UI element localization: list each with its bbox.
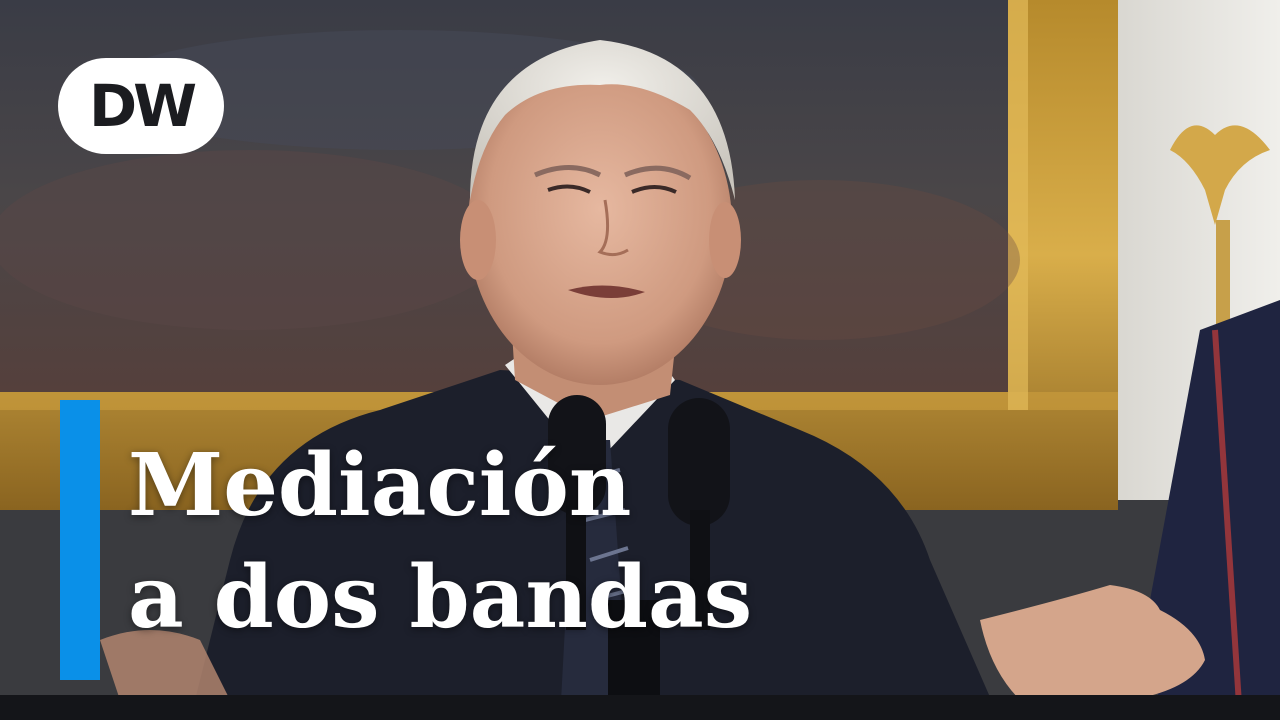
logo-text: DW: [88, 72, 197, 140]
dw-logo-icon: DW: [58, 58, 224, 154]
headline-line-1: Mediación: [128, 435, 632, 536]
headline: Mediación a dos bandas: [128, 430, 1208, 654]
headline-line-2: a dos bandas: [128, 547, 753, 648]
video-thumbnail: DW Mediación a dos bandas: [0, 0, 1280, 720]
accent-bar: [60, 400, 100, 680]
